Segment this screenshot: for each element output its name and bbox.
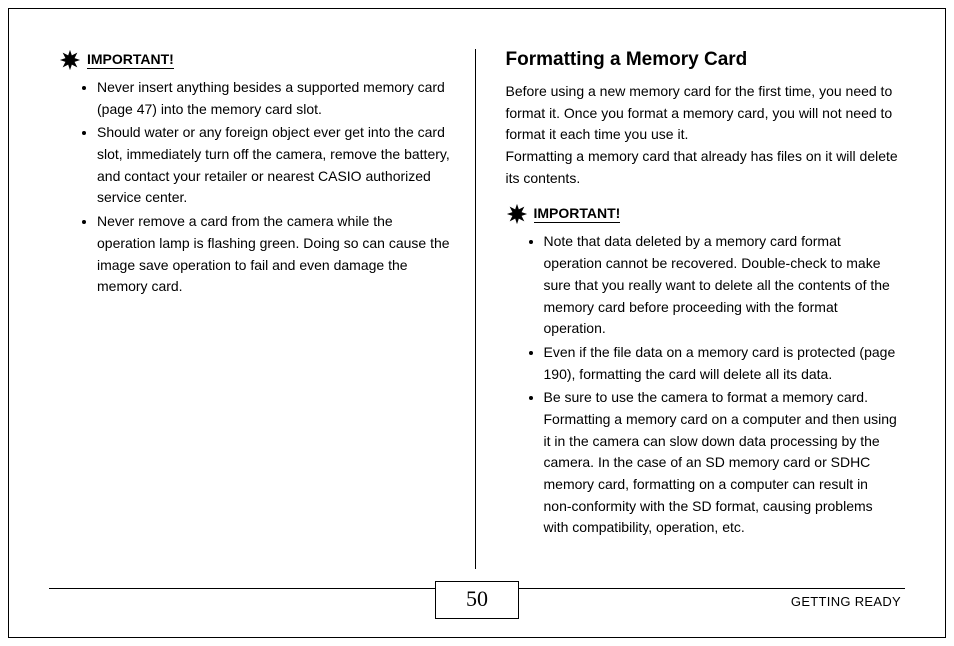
list-item: Be sure to use the camera to format a me… xyxy=(544,387,900,539)
right-column: Formatting a Memory Card Before using a … xyxy=(475,49,906,569)
list-item: Note that data deleted by a memory card … xyxy=(544,231,900,339)
page-number: 50 xyxy=(435,581,519,619)
list-item: Even if the file data on a memory card i… xyxy=(544,342,900,385)
body-paragraph: Before using a new memory card for the f… xyxy=(506,81,900,189)
important-block-right: IMPORTANT! Note that data deleted by a m… xyxy=(506,203,900,539)
footer-section-label: GETTING READY xyxy=(791,594,901,609)
important-header: IMPORTANT! xyxy=(59,49,453,71)
two-column-layout: IMPORTANT! Never insert anything besides… xyxy=(49,49,905,569)
body-text-line: Before using a new memory card for the f… xyxy=(506,83,893,142)
important-label: IMPORTANT! xyxy=(534,205,621,223)
body-text-line: Formatting a memory card that already ha… xyxy=(506,148,898,186)
section-heading: Formatting a Memory Card xyxy=(506,49,900,71)
burst-icon xyxy=(506,203,528,225)
important-label: IMPORTANT! xyxy=(87,51,174,69)
list-item: Never insert anything besides a supporte… xyxy=(97,77,453,120)
manual-page: IMPORTANT! Never insert anything besides… xyxy=(8,8,946,638)
important-list-right: Note that data deleted by a memory card … xyxy=(506,231,900,539)
important-block-left: IMPORTANT! Never insert anything besides… xyxy=(59,49,453,298)
burst-icon xyxy=(59,49,81,71)
important-header: IMPORTANT! xyxy=(506,203,900,225)
list-item: Never remove a card from the camera whil… xyxy=(97,211,453,298)
list-item: Should water or any foreign object ever … xyxy=(97,122,453,209)
important-list-left: Never insert anything besides a supporte… xyxy=(59,77,453,298)
left-column: IMPORTANT! Never insert anything besides… xyxy=(49,49,475,569)
